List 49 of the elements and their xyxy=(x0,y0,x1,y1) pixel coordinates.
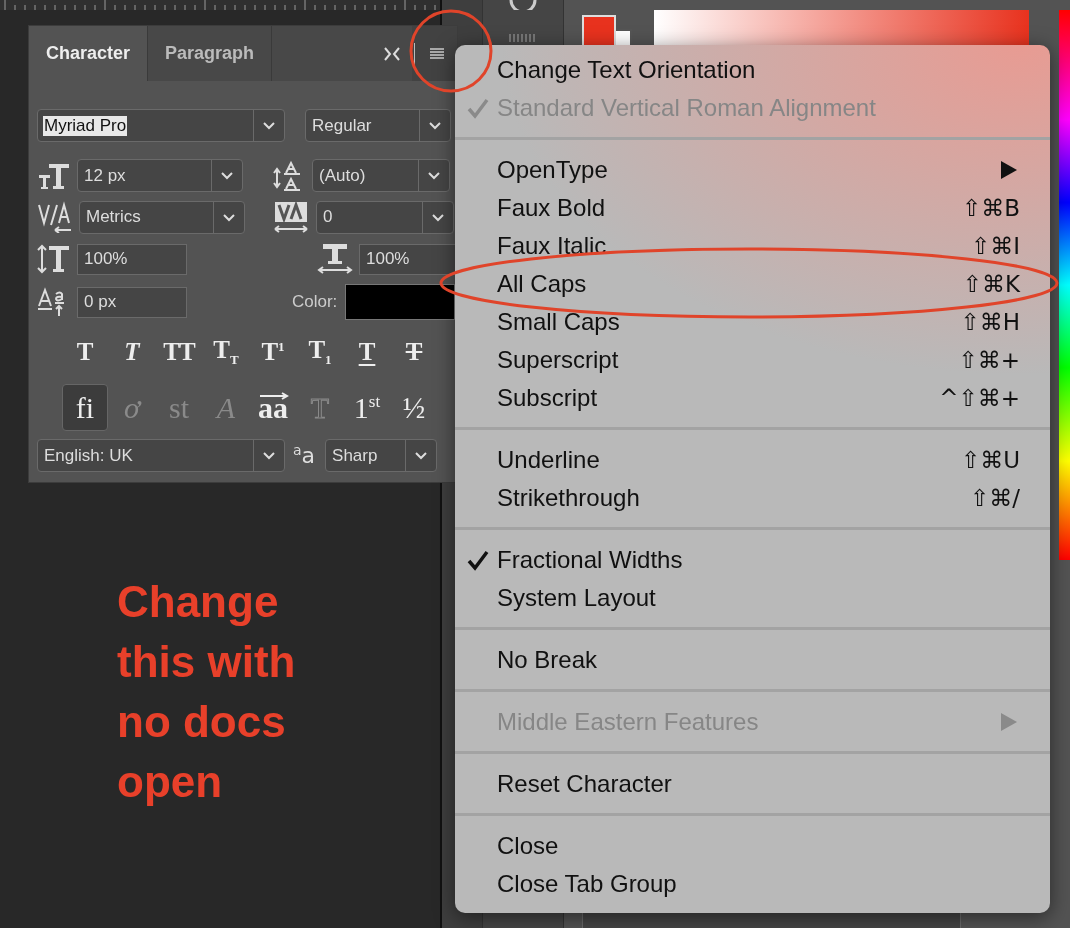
superscript-button[interactable]: T$^{1}$ xyxy=(253,334,293,370)
subscript-button[interactable]: T$_{1}$ xyxy=(300,334,340,370)
menu-item[interactable]: No Break xyxy=(455,641,1050,679)
menu-item[interactable]: Faux Bold ⇧⌘B xyxy=(455,189,1050,227)
bold-button[interactable]: T xyxy=(65,334,105,370)
menu-item[interactable]: Strikethrough ⇧⌘/ xyxy=(455,479,1050,517)
font-family-dropdown[interactable]: Myriad Pro xyxy=(37,109,285,142)
shortcut-text: ⇧⌘U xyxy=(960,447,1020,473)
menu-item[interactable]: Underline ⇧⌘U xyxy=(455,441,1050,479)
italic-button[interactable]: T xyxy=(112,334,152,370)
panel-tab[interactable]: Paragraph xyxy=(148,26,273,81)
menu-item[interactable]: Superscript ⇧⌘+ xyxy=(455,341,1050,379)
font-size-dropdown[interactable]: 12 px xyxy=(77,159,243,192)
menu-item[interactable]: Change Text Orientation xyxy=(455,51,1050,89)
fraction-button[interactable]: ½ xyxy=(391,384,437,431)
color-label: Color: xyxy=(292,292,338,312)
language-dropdown[interactable]: English: UK xyxy=(37,439,285,472)
baseline-shift-field[interactable]: 0 px xyxy=(77,286,187,318)
menu-item[interactable]: Close xyxy=(455,827,1050,865)
contextual-button[interactable]: aa xyxy=(250,384,296,431)
anti-aliasing-dropdown[interactable]: Sharp xyxy=(325,439,438,472)
shortcut-text: ⇧⌘+ xyxy=(958,347,1020,373)
menu-item[interactable]: Reset Character xyxy=(455,765,1050,803)
font-style-dropdown[interactable]: Regular xyxy=(305,109,451,142)
menu-item[interactable]: System Layout xyxy=(455,579,1050,617)
leading-dropdown[interactable]: (Auto) xyxy=(312,159,450,192)
kerning-dropdown[interactable]: Metrics xyxy=(79,200,245,234)
ordinal-button[interactable]: 1$^{st}$ xyxy=(344,384,390,431)
shortcut-text: ⇧⌘H xyxy=(960,309,1020,335)
ligature-button[interactable]: fi xyxy=(62,384,108,431)
menu-item[interactable]: Close Tab Group xyxy=(455,865,1050,903)
shortcut-text: ⇧⌘I xyxy=(970,233,1020,259)
shortcut-text: ⇧⌘K xyxy=(962,271,1020,297)
annotation-text: Change this with no docs open xyxy=(117,576,297,808)
shortcut-text: ⇧⌘/ xyxy=(969,485,1020,511)
strikethrough-button[interactable]: T xyxy=(394,334,434,370)
small-caps-button[interactable]: T$_{T}$ xyxy=(206,334,246,370)
shortcut-text: ⇧⌘B xyxy=(961,195,1020,221)
menu-item[interactable]: Fractional Widths xyxy=(455,541,1050,579)
underline-button[interactable]: T xyxy=(347,334,387,370)
tracking-dropdown[interactable]: 0 xyxy=(316,200,454,234)
menu-item[interactable]: Subscript ^⇧⌘+ xyxy=(455,379,1050,417)
vertical-scale-field[interactable]: 100% xyxy=(77,243,187,275)
menu-item[interactable]: OpenType xyxy=(455,151,1050,189)
shortcut-text: ^⇧⌘+ xyxy=(939,385,1020,411)
anti-aliasing-label: $^{a}$a xyxy=(293,442,316,469)
all-caps-button[interactable]: TT xyxy=(159,334,199,370)
menu-item[interactable]: Small Caps ⇧⌘H xyxy=(455,303,1050,341)
panel-tab[interactable]: Character xyxy=(29,26,149,81)
